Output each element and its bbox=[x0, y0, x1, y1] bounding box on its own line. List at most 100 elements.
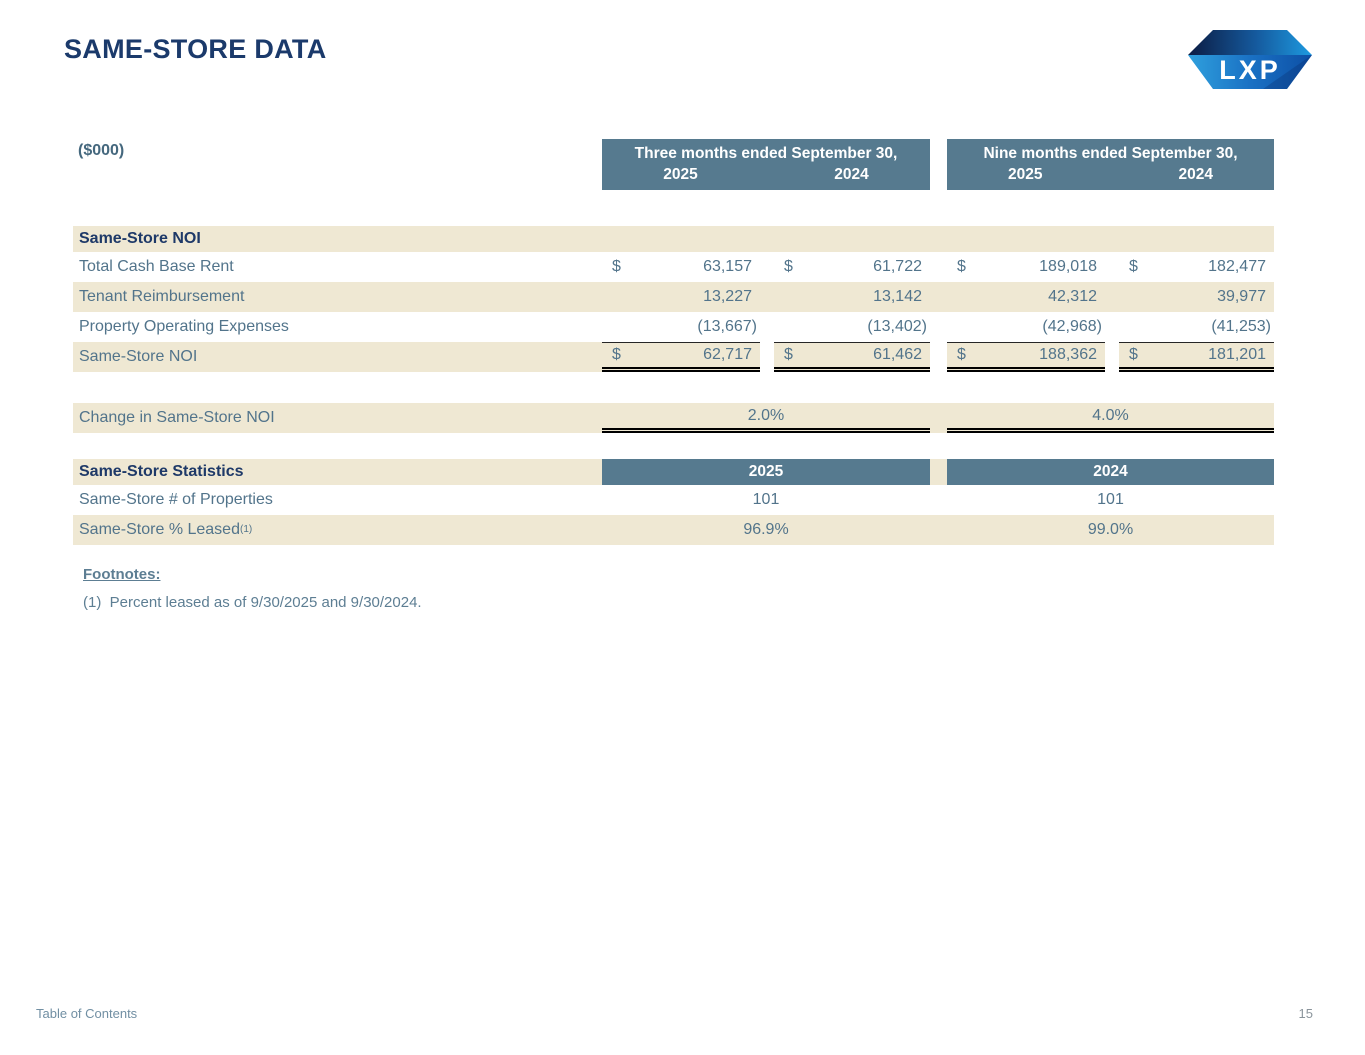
column-gap bbox=[760, 252, 774, 282]
currency-symbol: $ bbox=[612, 258, 621, 276]
currency-symbol: $ bbox=[1129, 346, 1138, 364]
total-value-cell: $61,462 bbox=[774, 342, 930, 372]
stats-year-2024: 2024 bbox=[947, 459, 1274, 485]
column-gap bbox=[1105, 282, 1119, 312]
column-gap bbox=[1105, 342, 1119, 372]
value: 63,157 bbox=[703, 258, 752, 276]
period-header-nine-months: Nine months ended September 30, 2025 202… bbox=[947, 139, 1274, 190]
period-headers: Three months ended September 30, 2025 20… bbox=[73, 139, 1274, 190]
currency-symbol: $ bbox=[957, 346, 966, 364]
section-header: Same-Store Statistics bbox=[73, 459, 602, 485]
row-label: Total Cash Base Rent bbox=[73, 252, 602, 282]
group-gap bbox=[930, 485, 947, 515]
total-value-cell: $62,717 bbox=[602, 342, 760, 372]
stat-value: 99.0% bbox=[947, 515, 1274, 545]
value-cell: (41,253) bbox=[1119, 312, 1274, 342]
row-label: Change in Same-Store NOI bbox=[73, 403, 602, 433]
currency-symbol: $ bbox=[784, 258, 793, 276]
year-label: 2025 bbox=[947, 164, 1104, 186]
row-label: Same-Store # of Properties bbox=[73, 485, 602, 515]
column-gap bbox=[1105, 312, 1119, 342]
footnotes: Footnotes: (1) Percent leased as of 9/30… bbox=[83, 566, 422, 611]
table-of-contents-link[interactable]: Table of Contents bbox=[36, 1006, 137, 1021]
table-row-percent-leased: Same-Store % Leased(1) 96.9% 99.0% bbox=[73, 515, 1274, 545]
section-header: Same-Store NOI bbox=[73, 226, 1274, 252]
value: 189,018 bbox=[1039, 258, 1097, 276]
value: 13,227 bbox=[703, 288, 752, 306]
currency-symbol: $ bbox=[1129, 258, 1138, 276]
table-row-total-cash-base-rent: Total Cash Base Rent $63,157 $61,722 $18… bbox=[73, 252, 1274, 282]
lxp-logo-text: LXP bbox=[1219, 55, 1281, 85]
row-label-text: Same-Store % Leased bbox=[79, 521, 240, 539]
column-gap bbox=[760, 342, 774, 372]
value-cell: $61,722 bbox=[774, 252, 930, 282]
value-cell: (42,968) bbox=[947, 312, 1105, 342]
stats-year-2025: 2025 bbox=[602, 459, 930, 485]
value-cell: 42,312 bbox=[947, 282, 1105, 312]
change-value-three-months: 2.0% bbox=[602, 403, 930, 433]
group-gap bbox=[930, 515, 947, 545]
year-gap bbox=[759, 164, 773, 186]
table-row-tenant-reimbursement: Tenant Reimbursement 13,227 13,142 42,31… bbox=[73, 282, 1274, 312]
group-gap bbox=[930, 403, 947, 433]
noi-section-header-row: Same-Store NOI bbox=[73, 226, 1274, 252]
lxp-logo-icon: LXP bbox=[1187, 29, 1313, 90]
value-cell: $63,157 bbox=[602, 252, 760, 282]
value: 61,722 bbox=[873, 258, 922, 276]
page-title: SAME-STORE DATA bbox=[64, 34, 327, 65]
lxp-logo: LXP bbox=[1187, 29, 1313, 90]
value-cell: (13,402) bbox=[774, 312, 930, 342]
currency-symbol: $ bbox=[612, 346, 621, 364]
period-header-title: Three months ended September 30, bbox=[602, 143, 930, 164]
page-number: 15 bbox=[1299, 1006, 1313, 1021]
table-row-number-of-properties: Same-Store # of Properties 101 101 bbox=[73, 485, 1274, 515]
year-label: 2024 bbox=[1118, 164, 1275, 186]
value: 188,362 bbox=[1039, 346, 1097, 364]
value: 182,477 bbox=[1208, 258, 1266, 276]
year-label: 2025 bbox=[602, 164, 759, 186]
stat-value: 101 bbox=[947, 485, 1274, 515]
year-label: 2024 bbox=[773, 164, 930, 186]
column-gap bbox=[760, 282, 774, 312]
footnote-item: (1) Percent leased as of 9/30/2025 and 9… bbox=[83, 594, 422, 611]
value: (13,667) bbox=[697, 318, 757, 336]
column-gap bbox=[760, 312, 774, 342]
currency-symbol: $ bbox=[957, 258, 966, 276]
change-value-nine-months: 4.0% bbox=[947, 403, 1274, 433]
table-row-change-in-same-store-noi: Change in Same-Store NOI 2.0% 4.0% bbox=[73, 403, 1274, 433]
stat-value: 96.9% bbox=[602, 515, 930, 545]
total-value-cell: $188,362 bbox=[947, 342, 1105, 372]
value-cell: (13,667) bbox=[602, 312, 760, 342]
slide-page: SAME-STORE DATA LXP ($000) bbox=[0, 0, 1365, 1055]
value-cell: $182,477 bbox=[1119, 252, 1274, 282]
stat-value: 101 bbox=[602, 485, 930, 515]
same-store-table: Same-Store NOI Total Cash Base Rent $63,… bbox=[73, 226, 1274, 545]
table-row-property-operating-expenses: Property Operating Expenses (13,667) (13… bbox=[73, 312, 1274, 342]
column-gap bbox=[1105, 252, 1119, 282]
stats-section-header-row: Same-Store Statistics 2025 2024 bbox=[73, 459, 1274, 485]
value-cell: 39,977 bbox=[1119, 282, 1274, 312]
value: (41,253) bbox=[1211, 318, 1271, 336]
currency-symbol: $ bbox=[784, 346, 793, 364]
row-label: Same-Store NOI bbox=[73, 342, 602, 372]
row-label: Tenant Reimbursement bbox=[73, 282, 602, 312]
value: 13,142 bbox=[873, 288, 922, 306]
period-header-years: 2025 2024 bbox=[602, 164, 930, 186]
value: 62,717 bbox=[703, 346, 752, 364]
value-cell: 13,227 bbox=[602, 282, 760, 312]
value: 39,977 bbox=[1217, 288, 1266, 306]
value: 61,462 bbox=[873, 346, 922, 364]
value: 181,201 bbox=[1208, 346, 1266, 364]
row-label: Property Operating Expenses bbox=[73, 312, 602, 342]
row-label: Same-Store % Leased(1) bbox=[73, 515, 602, 545]
year-gap bbox=[1104, 164, 1118, 186]
period-header-years: 2025 2024 bbox=[947, 164, 1274, 186]
value: 42,312 bbox=[1048, 288, 1097, 306]
group-gap bbox=[930, 342, 947, 372]
value-cell: $189,018 bbox=[947, 252, 1105, 282]
value-cell: 13,142 bbox=[774, 282, 930, 312]
group-gap bbox=[930, 459, 947, 485]
table-row-same-store-noi-total: Same-Store NOI $62,717 $61,462 $188,362 … bbox=[73, 342, 1274, 372]
total-value-cell: $181,201 bbox=[1119, 342, 1274, 372]
period-header-three-months: Three months ended September 30, 2025 20… bbox=[602, 139, 930, 190]
